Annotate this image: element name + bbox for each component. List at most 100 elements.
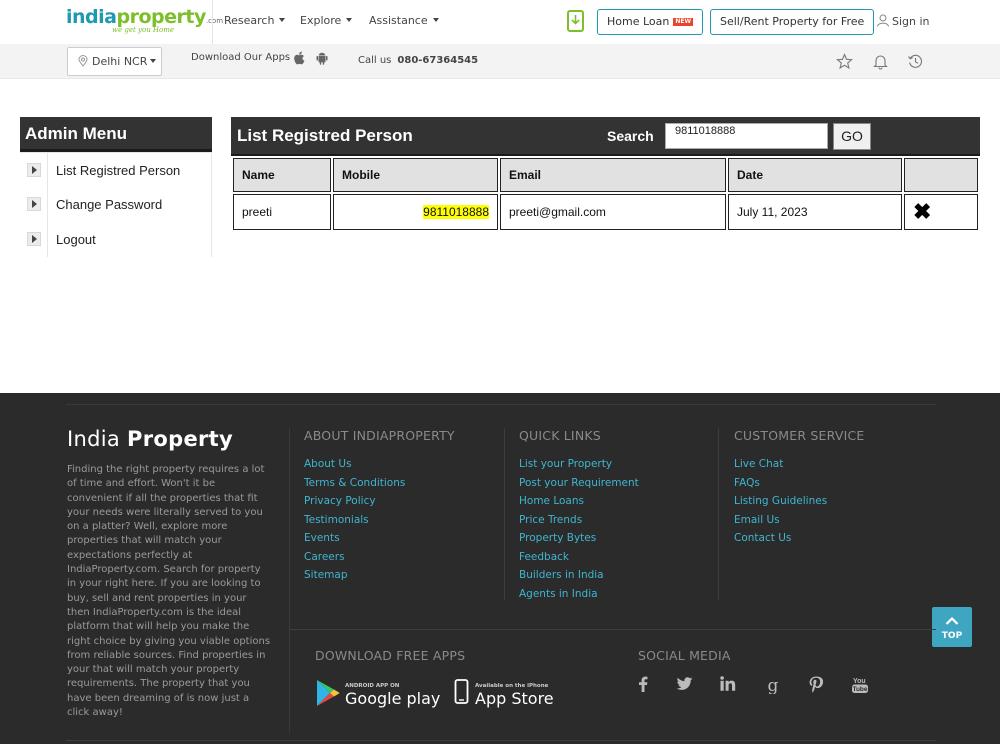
sub-header: Delhi NCR Download Our Apps Call us 080-6… bbox=[0, 44, 1000, 79]
footer-link-feedback[interactable]: Feedback bbox=[519, 551, 639, 570]
app-store-badge[interactable]: Available on the iPhone App Store bbox=[452, 675, 562, 711]
call-number: 080-67364545 bbox=[397, 55, 479, 66]
arrow-right-icon bbox=[27, 163, 41, 177]
download-app-icon[interactable] bbox=[567, 10, 584, 32]
facebook-icon[interactable] bbox=[633, 676, 653, 696]
menu-divider bbox=[47, 153, 48, 188]
footer-link-faqs[interactable]: FAQs bbox=[734, 477, 865, 496]
cell-email: preeti@gmail.com bbox=[500, 194, 726, 230]
footer-column-divider bbox=[718, 428, 719, 600]
download-apps-text: Download Our Apps bbox=[191, 52, 291, 63]
footer-link-home-loans[interactable]: Home Loans bbox=[519, 495, 639, 514]
footer-link-privacy[interactable]: Privacy Policy bbox=[304, 495, 455, 514]
menu-item-label: List Registred Person bbox=[56, 163, 181, 178]
cell-date: July 11, 2023 bbox=[728, 194, 902, 230]
footer-bottom-divider bbox=[66, 740, 936, 741]
bell-icon[interactable] bbox=[872, 53, 889, 70]
delete-icon[interactable]: ✖ bbox=[913, 199, 931, 224]
footer-link-about-us[interactable]: About Us bbox=[304, 458, 455, 477]
search-input[interactable]: 9811018888 bbox=[665, 123, 828, 149]
home-loan-button[interactable]: Home Loan NEW bbox=[597, 9, 704, 35]
footer-link-list-property[interactable]: List your Property bbox=[519, 458, 639, 477]
footer-brand-light: India bbox=[67, 427, 121, 451]
logo-divider bbox=[212, 0, 213, 44]
footer-column-divider bbox=[504, 428, 505, 600]
footer-link-post-requirement[interactable]: Post your Requirement bbox=[519, 477, 639, 496]
nav-research[interactable]: Research bbox=[224, 14, 286, 27]
top-label: TOP bbox=[941, 631, 963, 641]
footer: India Property Finding the right propert… bbox=[0, 393, 1000, 744]
table-row: preeti 9811018888 preeti@gmail.com July … bbox=[233, 194, 978, 230]
footer-link-careers[interactable]: Careers bbox=[304, 551, 455, 570]
footer-link-terms[interactable]: Terms & Conditions bbox=[304, 477, 455, 496]
footer-link-contact-us[interactable]: Contact Us bbox=[734, 532, 865, 551]
sell-rent-button[interactable]: Sell/Rent Property for Free bbox=[710, 9, 875, 35]
location-pin-icon bbox=[78, 55, 88, 67]
footer-link-property-bytes[interactable]: Property Bytes bbox=[519, 532, 639, 551]
menu-item-label: Logout bbox=[56, 232, 96, 247]
search-label: Search bbox=[607, 128, 654, 144]
about-heading: ABOUT INDIAPROPERTY bbox=[304, 428, 455, 443]
caret-down-icon bbox=[150, 59, 157, 63]
footer-link-testimonials[interactable]: Testimonials bbox=[304, 514, 455, 533]
apple-icon[interactable] bbox=[294, 51, 306, 68]
android-icon[interactable] bbox=[316, 51, 328, 68]
logo-property: property bbox=[116, 6, 206, 28]
footer-link-email-us[interactable]: Email Us bbox=[734, 514, 865, 533]
caret-down-icon bbox=[432, 18, 439, 22]
back-to-top-button[interactable]: TOP bbox=[932, 607, 972, 647]
sign-in-link[interactable]: Sign in bbox=[877, 14, 930, 28]
menu-divider bbox=[47, 187, 48, 222]
google-play-badge[interactable]: ANDROID APP ON Google play bbox=[315, 675, 440, 711]
quick-links-heading: QUICK LINKS bbox=[519, 428, 601, 443]
city-selector[interactable]: Delhi NCR bbox=[67, 47, 162, 76]
history-icon[interactable] bbox=[907, 53, 924, 70]
download-apps-heading: DOWNLOAD FREE APPS bbox=[315, 648, 466, 663]
svg-text:You: You bbox=[853, 678, 866, 685]
nav-explore-label: Explore bbox=[300, 14, 342, 27]
go-button[interactable]: GO bbox=[833, 123, 871, 150]
footer-link-builders[interactable]: Builders in India bbox=[519, 569, 639, 588]
admin-menu: Admin Menu List Registred Person Change … bbox=[20, 117, 212, 257]
nav-explore[interactable]: Explore bbox=[300, 14, 353, 27]
menu-item-logout[interactable]: Logout bbox=[20, 222, 212, 257]
linkedin-icon[interactable] bbox=[718, 676, 738, 696]
chevron-up-icon bbox=[945, 616, 959, 625]
footer-link-events[interactable]: Events bbox=[304, 532, 455, 551]
registered-list-title: List Registred Person bbox=[237, 126, 413, 145]
nav-assistance[interactable]: Assistance bbox=[369, 14, 439, 27]
footer-link-live-chat[interactable]: Live Chat bbox=[734, 458, 865, 477]
footer-about-column: ABOUT INDIAPROPERTY About Us Terms & Con… bbox=[304, 428, 455, 588]
logo-tagline: we get you Home bbox=[112, 26, 175, 34]
menu-item-label: Change Password bbox=[56, 197, 163, 212]
footer-customer-service-column: CUSTOMER SERVICE Live Chat FAQs Listing … bbox=[734, 428, 865, 551]
twitter-icon[interactable] bbox=[674, 676, 694, 696]
admin-menu-title: Admin Menu bbox=[20, 117, 212, 152]
column-header-name: Name bbox=[233, 158, 331, 192]
caret-down-icon bbox=[279, 18, 286, 22]
menu-divider bbox=[47, 222, 48, 257]
google-play-icon bbox=[317, 680, 340, 706]
arrow-right-icon bbox=[27, 197, 41, 211]
call-us: Call us 080-67364545 bbox=[358, 55, 478, 66]
user-icon bbox=[877, 14, 889, 27]
pinterest-icon[interactable] bbox=[806, 676, 826, 696]
menu-item-list-registered-person[interactable]: List Registred Person bbox=[20, 152, 212, 188]
menu-item-change-password[interactable]: Change Password bbox=[20, 187, 212, 222]
google-plus-icon[interactable]: g bbox=[763, 676, 783, 696]
footer-link-sitemap[interactable]: Sitemap bbox=[304, 569, 455, 588]
top-header: indiaproperty.com we get you Home Resear… bbox=[0, 0, 1000, 44]
footer-link-price-trends[interactable]: Price Trends bbox=[519, 514, 639, 533]
indiaproperty-logo[interactable]: indiaproperty.com we get you Home bbox=[66, 6, 223, 36]
iphone-icon bbox=[454, 679, 469, 704]
svg-text:Tube: Tube bbox=[852, 686, 867, 693]
table-header-row: Name Mobile Email Date bbox=[233, 158, 978, 192]
footer-brand: India Property bbox=[67, 427, 233, 451]
social-media-heading: SOCIAL MEDIA bbox=[638, 648, 731, 663]
footer-quick-links-column: QUICK LINKS List your Property Post your… bbox=[519, 428, 639, 606]
footer-link-agents[interactable]: Agents in India bbox=[519, 588, 639, 607]
footer-link-listing-guidelines[interactable]: Listing Guidelines bbox=[734, 495, 865, 514]
logo-india: india bbox=[66, 6, 117, 28]
star-icon[interactable] bbox=[836, 53, 853, 70]
youtube-icon[interactable]: You Tube bbox=[850, 676, 870, 696]
